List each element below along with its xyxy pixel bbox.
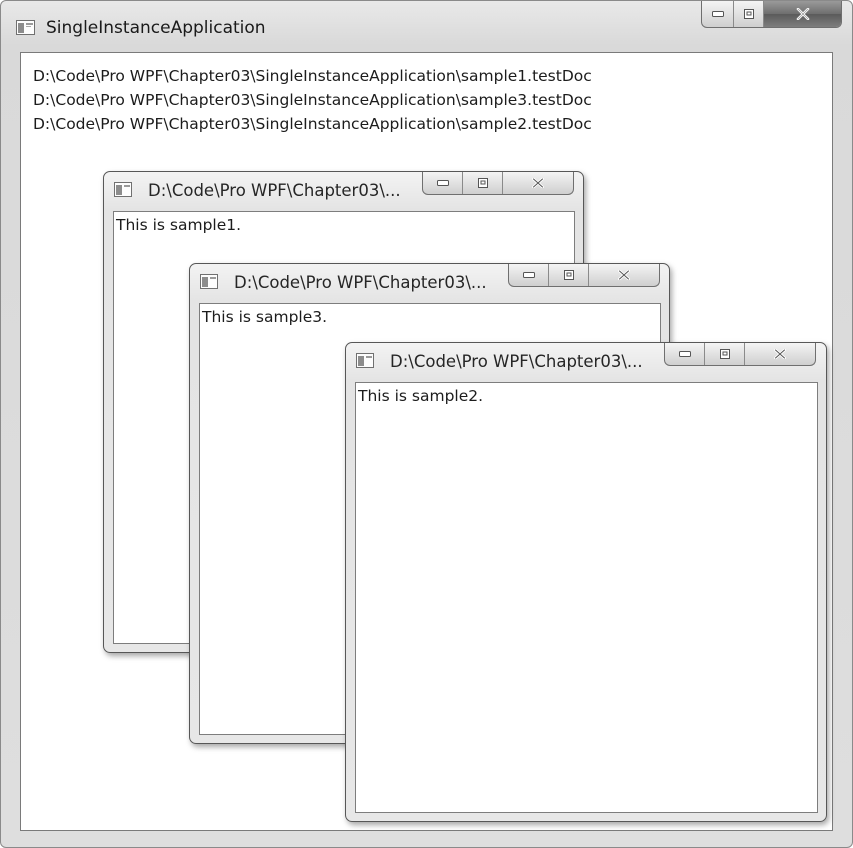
close-icon [774, 349, 786, 359]
maximize-icon [563, 270, 574, 280]
document-path-list: D:\Code\Pro WPF\Chapter03\SingleInstance… [33, 64, 592, 136]
close-button[interactable] [503, 172, 573, 194]
close-icon [618, 270, 630, 280]
maximize-button[interactable] [705, 343, 745, 365]
minimize-icon [678, 351, 691, 357]
maximize-button[interactable] [463, 172, 503, 194]
close-button[interactable] [764, 1, 841, 27]
maximize-icon [719, 349, 730, 359]
document-window-title: D:\Code\Pro WPF\Chapter03\... [148, 181, 401, 200]
close-button[interactable] [589, 264, 659, 286]
maximize-button[interactable] [549, 264, 589, 286]
window-icon [114, 182, 132, 197]
main-titlebar[interactable]: SingleInstanceApplication [1, 1, 852, 47]
maximize-icon [477, 178, 488, 188]
maximize-icon [743, 9, 754, 19]
window-icon [16, 20, 35, 35]
maximize-button[interactable] [734, 1, 764, 27]
close-icon [532, 178, 544, 188]
document-text: This is sample3. [202, 308, 328, 326]
minimize-icon [711, 11, 724, 17]
document-caption-buttons [508, 264, 660, 287]
document-text: This is sample2. [358, 387, 484, 405]
minimize-button[interactable] [509, 264, 549, 286]
document-caption-buttons [422, 172, 574, 195]
document-content-area[interactable]: This is sample2. [355, 382, 818, 813]
document-titlebar[interactable]: D:\Code\Pro WPF\Chapter03\... [104, 172, 583, 210]
close-icon [796, 8, 809, 20]
window-icon [200, 274, 218, 289]
list-item[interactable]: D:\Code\Pro WPF\Chapter03\SingleInstance… [33, 64, 592, 88]
list-item[interactable]: D:\Code\Pro WPF\Chapter03\SingleInstance… [33, 88, 592, 112]
list-item[interactable]: D:\Code\Pro WPF\Chapter03\SingleInstance… [33, 112, 592, 136]
minimize-button[interactable] [665, 343, 705, 365]
minimize-icon [522, 272, 535, 278]
document-text: This is sample1. [116, 216, 242, 234]
main-caption-buttons [701, 1, 842, 28]
minimize-button[interactable] [423, 172, 463, 194]
minimize-icon [436, 180, 449, 186]
document-caption-buttons [664, 343, 816, 366]
close-button[interactable] [745, 343, 815, 365]
main-window-title: SingleInstanceApplication [46, 18, 266, 38]
document-titlebar[interactable]: D:\Code\Pro WPF\Chapter03\... [346, 343, 826, 381]
document-window-title: D:\Code\Pro WPF\Chapter03\... [234, 273, 487, 292]
window-icon [356, 353, 374, 368]
minimize-button[interactable] [702, 1, 734, 27]
document-window-title: D:\Code\Pro WPF\Chapter03\... [390, 352, 643, 371]
document-window-sample2: D:\Code\Pro WPF\Chapter03\... This is sa… [345, 342, 827, 822]
document-titlebar[interactable]: D:\Code\Pro WPF\Chapter03\... [190, 264, 669, 302]
